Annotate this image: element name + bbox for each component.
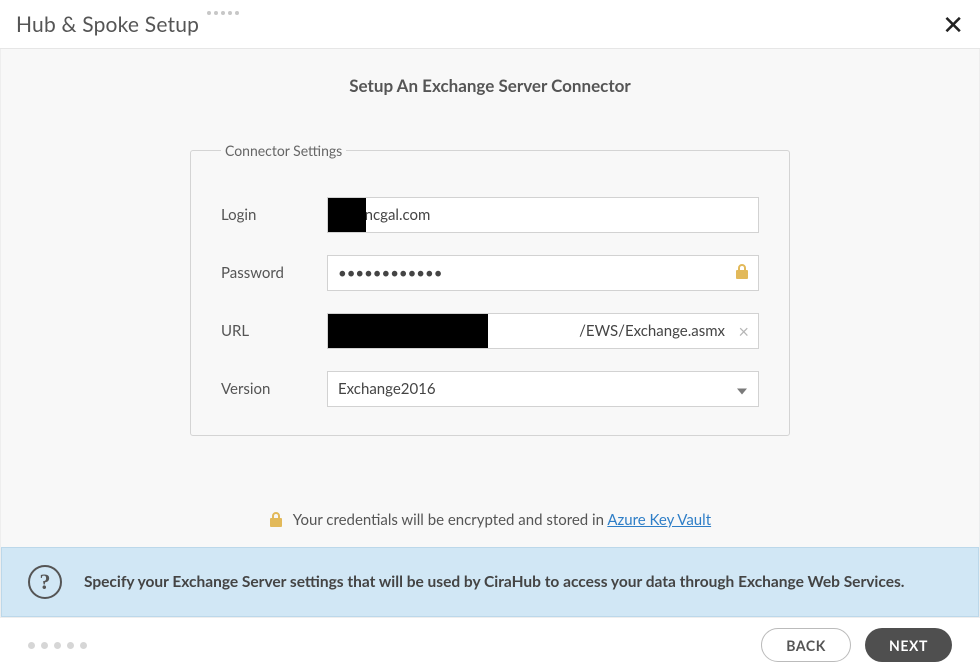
next-button[interactable]: NEXT: [865, 628, 952, 662]
password-input[interactable]: [327, 255, 759, 291]
connector-settings-legend: Connector Settings: [221, 142, 346, 159]
azure-key-vault-link[interactable]: Azure Key Vault: [607, 511, 711, 529]
url-redaction: [328, 314, 488, 348]
dialog-body: Setup An Exchange Server Connector Conne…: [0, 49, 980, 618]
login-redaction: [328, 198, 366, 232]
dialog-header: Hub & Spoke Setup ✕: [0, 0, 980, 49]
help-icon: ?: [28, 565, 62, 599]
url-label: URL: [221, 322, 327, 340]
dialog-footer: BACK NEXT: [0, 618, 980, 672]
encryption-notice: Your credentials will be encrypted and s…: [1, 511, 979, 531]
login-label: Login: [221, 206, 327, 224]
page-subtitle: Setup An Exchange Server Connector: [1, 49, 979, 96]
clear-url-button[interactable]: ×: [739, 320, 749, 342]
help-text: Specify your Exchange Server settings th…: [84, 573, 904, 591]
back-button[interactable]: BACK: [761, 628, 851, 662]
dialog-title: Hub & Spoke Setup: [16, 12, 199, 37]
version-select[interactable]: Exchange2016: [327, 371, 759, 407]
lock-icon: [735, 263, 749, 283]
encryption-notice-text: Your credentials will be encrypted and s…: [293, 511, 608, 529]
lock-icon: [269, 513, 287, 531]
password-label: Password: [221, 264, 327, 282]
help-strip: ? Specify your Exchange Server settings …: [1, 547, 979, 617]
version-label: Version: [221, 380, 327, 398]
login-input[interactable]: [327, 197, 759, 233]
chevron-down-icon: [737, 380, 747, 399]
version-select-value: Exchange2016: [338, 380, 436, 398]
close-button[interactable]: ✕: [942, 11, 964, 37]
wizard-progress-dots: [28, 642, 87, 649]
connector-settings-fieldset: Connector Settings Login Password URL: [190, 142, 790, 436]
